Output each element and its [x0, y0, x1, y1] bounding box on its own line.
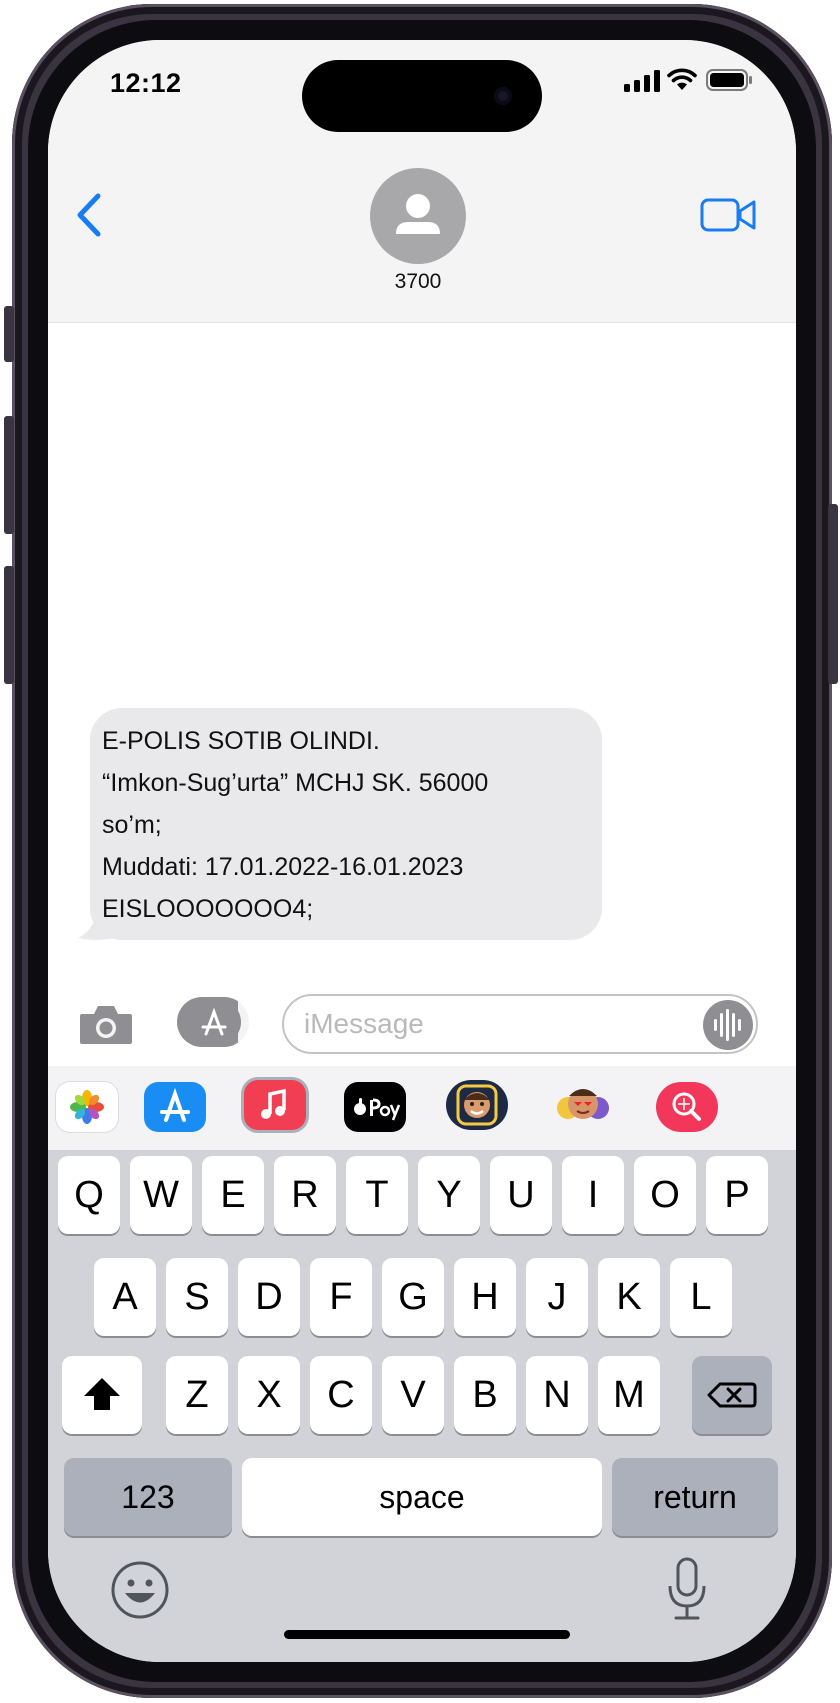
key-label: U	[507, 1174, 535, 1216]
message-text: E-POLIS SOTIB OLINDI. “Imkon-Sug’urta” M…	[102, 720, 592, 930]
shift-arrow-icon	[84, 1378, 120, 1410]
key-i[interactable]: I	[562, 1156, 624, 1234]
key-label: F	[329, 1276, 353, 1318]
key-label: S	[184, 1276, 210, 1318]
front-camera	[494, 87, 512, 105]
key-o[interactable]: O	[634, 1156, 696, 1234]
message-line: so’m;	[102, 811, 162, 839]
return-key[interactable]: return	[612, 1458, 778, 1536]
app-store-icon[interactable]	[144, 1082, 206, 1132]
key-b[interactable]: B	[454, 1356, 516, 1434]
key-label: P	[724, 1174, 750, 1216]
numbers-key[interactable]: 123	[64, 1458, 232, 1536]
apple-pay-icon[interactable]	[344, 1082, 406, 1132]
key-e[interactable]: E	[202, 1156, 264, 1234]
key-label: O	[650, 1174, 680, 1216]
image-search-icon[interactable]	[656, 1082, 718, 1132]
key-label: X	[256, 1374, 282, 1416]
message-line: “Imkon-Sug’urta” MCHJ SK. 56000	[102, 769, 489, 797]
key-w[interactable]: W	[130, 1156, 192, 1234]
key-label: 123	[121, 1479, 175, 1515]
back-chevron-icon[interactable]	[70, 190, 110, 240]
home-indicator[interactable]	[284, 1630, 570, 1639]
key-q[interactable]: Q	[58, 1156, 120, 1234]
cellular-signal-icon	[624, 70, 660, 92]
key-label: Q	[74, 1174, 104, 1216]
app-store-button-icon[interactable]	[176, 996, 250, 1048]
music-icon[interactable]	[244, 1080, 306, 1130]
contact-avatar[interactable]	[370, 168, 466, 264]
key-label: D	[255, 1276, 283, 1318]
volume-down-button	[4, 566, 14, 684]
key-label: E	[220, 1174, 246, 1216]
key-r[interactable]: R	[274, 1156, 336, 1234]
key-label: L	[690, 1276, 712, 1318]
key-label: A	[112, 1276, 138, 1318]
key-label: H	[471, 1276, 499, 1318]
message-line: EISLOOOOOOO4;	[102, 895, 314, 923]
key-label: space	[379, 1479, 465, 1515]
key-z[interactable]: Z	[166, 1356, 228, 1434]
memoji-icon[interactable]	[446, 1080, 508, 1130]
key-label: M	[613, 1374, 645, 1416]
power-button	[828, 504, 838, 684]
facetime-video-icon[interactable]	[700, 190, 758, 240]
key-j[interactable]: J	[526, 1258, 588, 1336]
camera-icon[interactable]	[76, 998, 136, 1050]
key-label: return	[653, 1479, 737, 1515]
message-line: Muddati: 17.01.2022-16.01.2023	[102, 853, 464, 881]
key-label: N	[543, 1374, 571, 1416]
key-label: V	[400, 1374, 426, 1416]
battery-icon	[706, 69, 752, 91]
key-v[interactable]: V	[382, 1356, 444, 1434]
animoji-icon[interactable]	[552, 1080, 614, 1130]
key-label: W	[143, 1174, 179, 1216]
space-key[interactable]: space	[242, 1458, 602, 1536]
key-label: K	[616, 1276, 642, 1318]
key-label: Z	[185, 1374, 209, 1416]
contact-name[interactable]: 3700	[322, 270, 514, 294]
shift-key[interactable]	[62, 1356, 142, 1434]
key-s[interactable]: S	[166, 1258, 228, 1336]
wifi-icon	[667, 68, 697, 90]
key-h[interactable]: H	[454, 1258, 516, 1336]
delete-backspace-icon	[707, 1382, 757, 1408]
key-label: G	[398, 1276, 428, 1318]
person-icon	[396, 194, 440, 234]
key-label: B	[472, 1374, 498, 1416]
key-y[interactable]: Y	[418, 1156, 480, 1234]
emoji-icon[interactable]	[110, 1560, 170, 1620]
message-input-placeholder: iMessage	[304, 1008, 424, 1039]
dictation-microphone-icon[interactable]	[664, 1556, 710, 1622]
action-button	[4, 306, 14, 362]
photos-icon[interactable]	[56, 1082, 118, 1132]
key-a[interactable]: A	[94, 1258, 156, 1336]
key-n[interactable]: N	[526, 1356, 588, 1434]
key-label: J	[547, 1276, 567, 1318]
key-label: Y	[436, 1174, 462, 1216]
key-label: I	[587, 1174, 599, 1216]
key-g[interactable]: G	[382, 1258, 444, 1336]
audio-message-button[interactable]	[703, 1000, 753, 1050]
key-x[interactable]: X	[238, 1356, 300, 1434]
screen: 12:12 3700 E-POLIS SOTIB OLINDI. “Imkon-…	[48, 40, 796, 1662]
volume-up-button	[4, 416, 14, 534]
key-l[interactable]: L	[670, 1258, 732, 1336]
key-m[interactable]: M	[598, 1356, 660, 1434]
key-k[interactable]: K	[598, 1258, 660, 1336]
key-label: T	[365, 1174, 389, 1216]
key-p[interactable]: P	[706, 1156, 768, 1234]
dynamic-island	[302, 60, 542, 132]
key-u[interactable]: U	[490, 1156, 552, 1234]
key-label: C	[327, 1374, 355, 1416]
status-time: 12:12	[110, 68, 182, 98]
delete-key[interactable]	[692, 1356, 772, 1434]
key-t[interactable]: T	[346, 1156, 408, 1234]
key-f[interactable]: F	[310, 1258, 372, 1336]
key-label: R	[291, 1174, 319, 1216]
key-c[interactable]: C	[310, 1356, 372, 1434]
waveform-icon	[714, 1009, 741, 1041]
message-line: E-POLIS SOTIB OLINDI.	[102, 727, 380, 755]
key-d[interactable]: D	[238, 1258, 300, 1336]
